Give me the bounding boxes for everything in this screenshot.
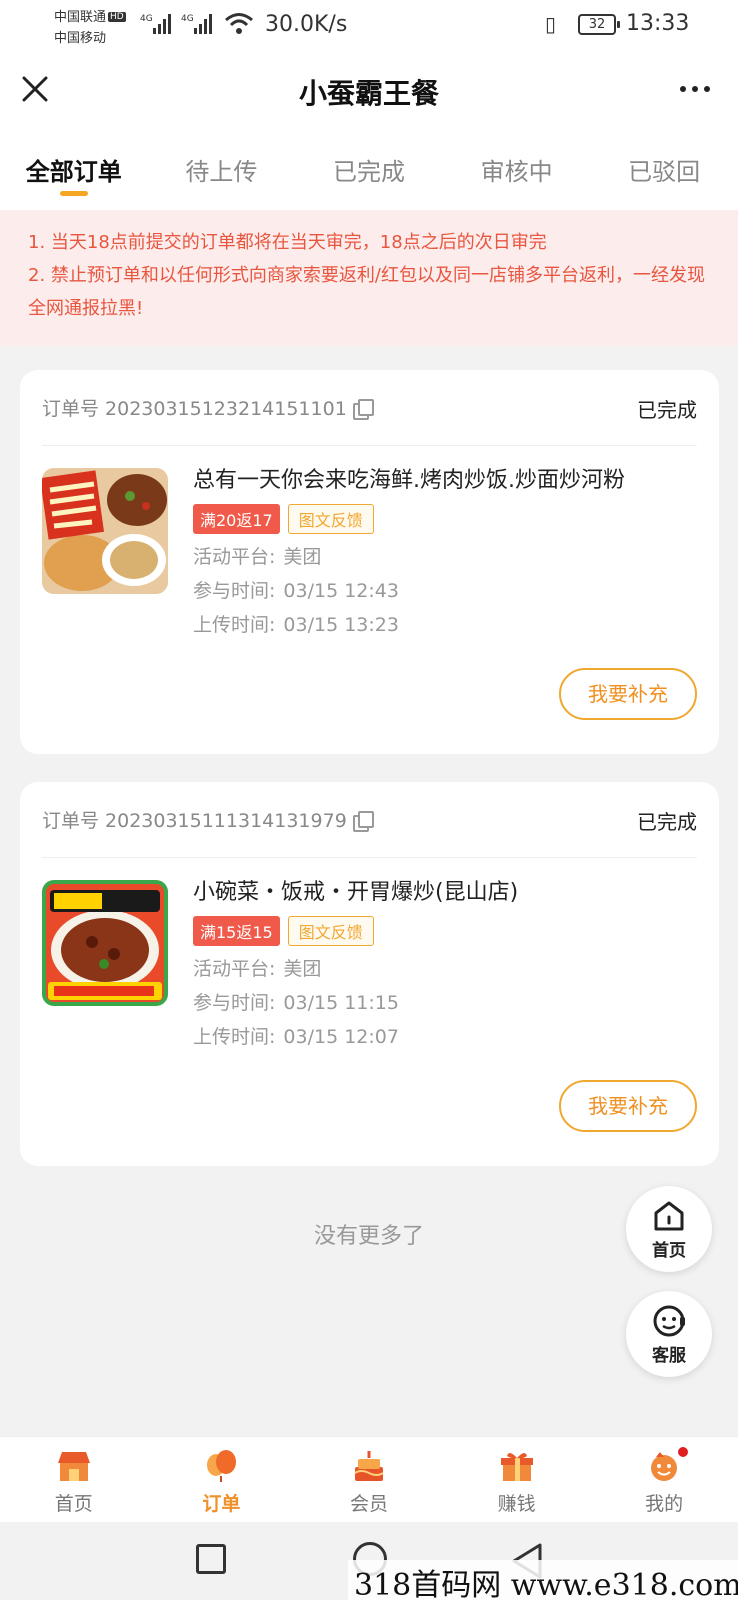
join-time-row: 参与时间: 03/15 12:43 bbox=[193, 580, 399, 602]
nav-home-label: 首页 bbox=[54, 1493, 93, 1515]
status-bar: 中国联通 HD 中国移动 4G 4G 30.0K/s ▯ 32 13:33 bbox=[0, 0, 738, 52]
order-card[interactable]: 订单号 20230315111314131979 已完成 小碗菜・饭戒・开胃爆炒(… bbox=[20, 782, 719, 1166]
copy-icon[interactable] bbox=[352, 811, 374, 832]
nav-member[interactable]: 会员 bbox=[295, 1437, 443, 1522]
shop-thumbnail bbox=[42, 468, 168, 594]
gift-icon bbox=[500, 1452, 533, 1481]
tab-reviewing[interactable]: 审核中 bbox=[443, 132, 591, 210]
carrier-2: 中国移动 bbox=[54, 31, 107, 46]
wifi-icon bbox=[225, 13, 253, 34]
signal-icon-2 bbox=[194, 12, 212, 34]
notification-dot bbox=[678, 1447, 689, 1457]
float-home-button[interactable]: 首页 bbox=[626, 1186, 712, 1272]
notice-line-1: 1. 当天18点前提交的订单都将在当天审完，18点之后的次日审完 bbox=[28, 232, 547, 253]
shop-name[interactable]: 总有一天你会来吃海鲜.烤肉炒饭.炒面炒河粉 bbox=[193, 462, 625, 494]
feedback-tag: 图文反馈 bbox=[287, 504, 374, 534]
nav-earn-label: 赚钱 bbox=[497, 1493, 536, 1515]
signal-type-1: 4G bbox=[140, 14, 153, 24]
vibrate-icon: ▯ bbox=[545, 12, 557, 36]
shop-icon bbox=[57, 1452, 90, 1481]
signal-icon-1 bbox=[153, 12, 171, 34]
platform-row: 活动平台: 美团 bbox=[193, 546, 322, 568]
tab-pending-upload[interactable]: 待上传 bbox=[148, 132, 296, 210]
signal-type-2: 4G bbox=[181, 14, 194, 24]
shop-name[interactable]: 小碗菜・饭戒・开胃爆炒(昆山店) bbox=[193, 874, 518, 906]
more-icon[interactable] bbox=[680, 86, 710, 92]
nav-orders[interactable]: 订单 bbox=[148, 1437, 296, 1522]
notice-banner: 1. 当天18点前提交的订单都将在当天审完，18点之后的次日审完 2. 禁止预订… bbox=[0, 210, 738, 346]
nav-earn[interactable]: 赚钱 bbox=[443, 1437, 591, 1522]
divider bbox=[42, 857, 697, 858]
order-number-row: 订单号 20230315111314131979 bbox=[42, 806, 374, 833]
net-speed: 30.0K/s bbox=[265, 12, 348, 37]
balloon-icon bbox=[207, 1450, 237, 1482]
cake-icon bbox=[354, 1451, 384, 1481]
order-card[interactable]: 订单号 20230315123214151101 已完成 总有一天你会来吃海鲜.烤… bbox=[20, 370, 719, 754]
bottom-nav: 首页 订单 会员 赚钱 我的 bbox=[0, 1436, 738, 1522]
supplement-button[interactable]: 我要补充 bbox=[559, 668, 697, 720]
shop-thumbnail bbox=[42, 880, 168, 1006]
tag-row: 满15返15 图文反馈 bbox=[193, 916, 374, 946]
order-number-row: 订单号 20230315123214151101 bbox=[42, 394, 374, 421]
join-time-row: 参与时间: 03/15 11:15 bbox=[193, 992, 399, 1014]
supplement-button[interactable]: 我要补充 bbox=[559, 1080, 697, 1132]
order-number: 20230315123214151101 bbox=[105, 398, 347, 420]
clock: 13:33 bbox=[626, 11, 690, 36]
notice-line-2: 2. 禁止预订单和以任何形式向商家索要返利/红包以及同一店铺多平台返利，一经发现… bbox=[28, 265, 705, 319]
page-title: 小蚕霸王餐 bbox=[298, 77, 439, 110]
face-icon bbox=[651, 1452, 678, 1481]
platform-row: 活动平台: 美团 bbox=[193, 958, 322, 980]
promo-tag: 满15返15 bbox=[193, 916, 280, 946]
title-bar: 小蚕霸王餐 bbox=[0, 52, 738, 132]
order-status: 已完成 bbox=[637, 398, 697, 422]
upload-time-row: 上传时间: 03/15 13:23 bbox=[193, 614, 399, 636]
tab-completed[interactable]: 已完成 bbox=[295, 132, 443, 210]
nav-orders-label: 订单 bbox=[202, 1493, 241, 1515]
recent-apps-icon[interactable] bbox=[196, 1544, 226, 1574]
order-number: 20230315111314131979 bbox=[105, 810, 347, 832]
nav-home[interactable]: 首页 bbox=[0, 1437, 148, 1522]
carrier-1: 中国联通 HD bbox=[54, 10, 126, 25]
upload-time-row: 上传时间: 03/15 12:07 bbox=[193, 1026, 399, 1048]
nav-member-label: 会员 bbox=[349, 1493, 388, 1515]
copy-icon[interactable] bbox=[352, 399, 374, 420]
divider bbox=[42, 445, 697, 446]
nav-mine-label: 我的 bbox=[645, 1493, 684, 1515]
float-service-button[interactable]: 客服 bbox=[626, 1291, 712, 1377]
float-home-label: 首页 bbox=[652, 1241, 686, 1261]
order-tabs: 全部订单 待上传 已完成 审核中 已驳回 bbox=[0, 132, 738, 210]
home-icon bbox=[654, 1201, 684, 1231]
battery-icon: 32 bbox=[578, 14, 620, 35]
tag-row: 满20返17 图文反馈 bbox=[193, 504, 374, 534]
order-status: 已完成 bbox=[637, 810, 697, 834]
promo-tag: 满20返17 bbox=[193, 504, 280, 534]
hd-badge: HD bbox=[108, 12, 126, 22]
nav-mine[interactable]: 我的 bbox=[590, 1437, 738, 1522]
feedback-tag: 图文反馈 bbox=[287, 916, 374, 946]
watermark: 318首码网 www.e318.com bbox=[348, 1560, 738, 1600]
tab-rejected[interactable]: 已驳回 bbox=[590, 132, 738, 210]
tab-all-orders[interactable]: 全部订单 bbox=[0, 132, 148, 210]
float-service-label: 客服 bbox=[652, 1346, 686, 1366]
active-tab-indicator bbox=[59, 191, 88, 196]
customer-service-icon bbox=[653, 1305, 685, 1337]
